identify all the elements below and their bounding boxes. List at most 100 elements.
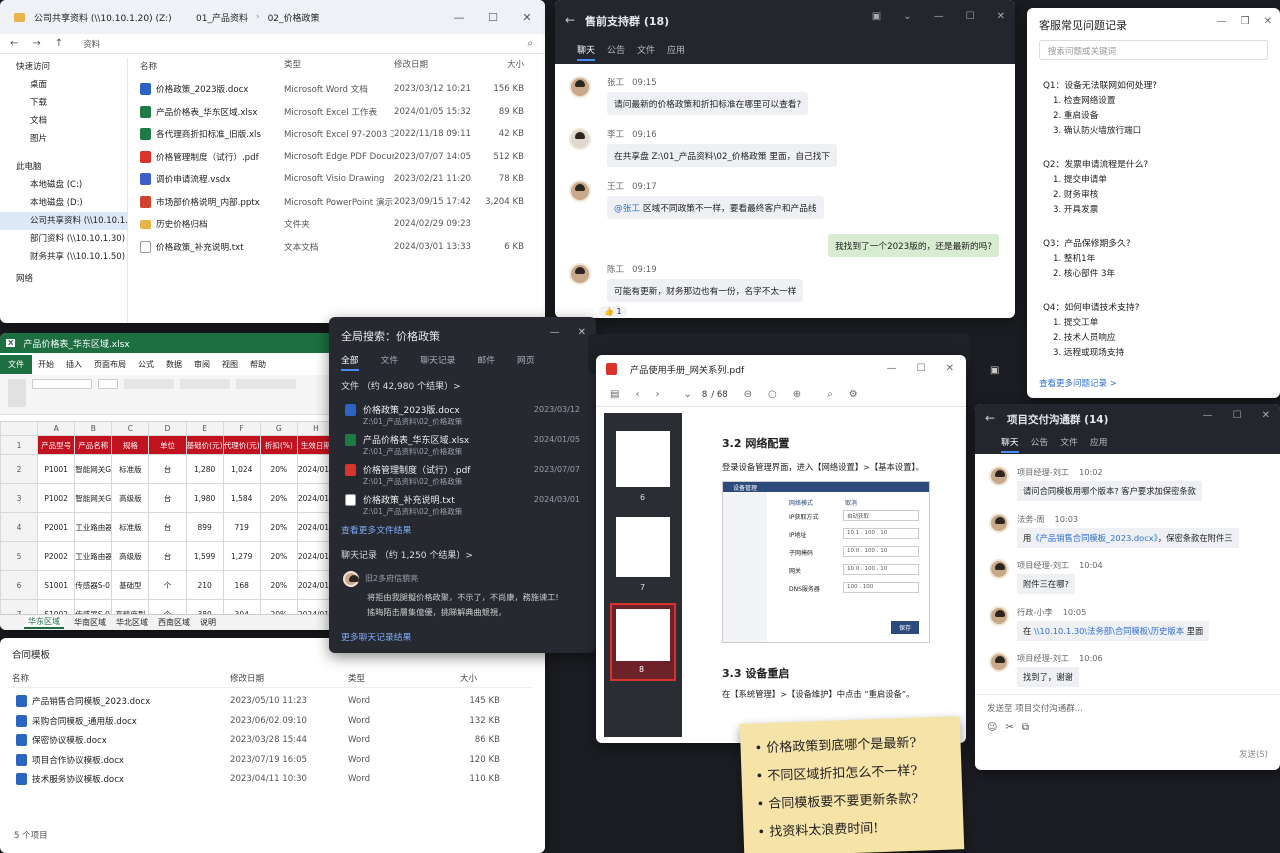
cell[interactable]: 210	[185, 570, 224, 600]
send-button[interactable]: 发送(S)	[1239, 748, 1268, 760]
search-result[interactable]: 价格管理制度（试行）.pdf Z:\01_产品资料\02_价格政策 2023/07/…	[345, 463, 580, 493]
column-size[interactable]: 大小	[484, 58, 524, 74]
spreadsheet-grid[interactable]: ABCDEFGH 1 产品型号 产品名称 规格 单位 基础价(元) 代理价(元) 折扣(%) 生…	[0, 421, 335, 629]
tab-files[interactable]: 文件	[637, 43, 655, 61]
cell[interactable]: 工业路由器R-300	[74, 541, 113, 571]
cell[interactable]: 个	[148, 570, 187, 600]
cell[interactable]: S1001	[37, 570, 76, 600]
back-icon[interactable]: ←	[10, 38, 18, 49]
next-page-icon[interactable]: ›	[655, 389, 659, 400]
row-number[interactable]: 6	[0, 570, 39, 600]
faq-more-link[interactable]: 查看更多问题记录 >	[1039, 377, 1117, 389]
column-letter[interactable]: G	[259, 421, 298, 436]
maximize-icon[interactable]: ☐	[966, 11, 975, 22]
minimize-icon[interactable]: —	[934, 11, 944, 22]
close-icon[interactable]: ✕	[521, 11, 533, 24]
file-row[interactable]: 价格政策_2023版.docx Microsoft Word 文档 2023/03/…	[140, 78, 537, 100]
cell[interactable]: 899	[185, 512, 224, 542]
number-group[interactable]	[180, 379, 230, 389]
sheet-tab[interactable]: 西南区域	[158, 617, 190, 628]
cell[interactable]: 标准版	[111, 512, 150, 542]
font-box[interactable]	[32, 379, 92, 389]
fit-icon[interactable]: ○	[768, 389, 777, 400]
nav-drive-y[interactable]: 部门资料 (\\10.10.1.30) (Y:)	[0, 230, 127, 248]
ribbon-tab[interactable]: 帮助	[244, 356, 272, 373]
nav-this-pc[interactable]: 此电脑	[0, 158, 127, 176]
cell[interactable]: P1002	[37, 483, 76, 513]
cell[interactable]: 高级版	[111, 541, 150, 571]
settings-icon[interactable]: ⚙	[849, 389, 858, 400]
mention-link[interactable]: @张工	[614, 204, 640, 214]
search-result[interactable]: 价格政策_2023版.docx Z:\01_产品资料\02_价格政策 2023/03…	[345, 403, 580, 433]
page-number-input[interactable]: 8	[702, 390, 707, 400]
minimize-icon[interactable]: —	[550, 327, 560, 338]
header-cell[interactable]: 产品名称	[74, 435, 113, 455]
nav-downloads[interactable]: 下载	[0, 94, 127, 112]
tab-apps[interactable]: 应用	[1090, 435, 1108, 453]
column-name[interactable]: 名称	[140, 58, 284, 74]
search-result[interactable]: 价格政策_补充说明.txt Z:\01_产品资料\02_价格政策 2024/03/0…	[345, 493, 580, 523]
header-cell[interactable]: 单位	[148, 435, 187, 455]
styles-group[interactable]	[236, 379, 296, 389]
column-date[interactable]: 修改日期	[394, 58, 484, 74]
column-name[interactable]: 名称	[12, 672, 230, 687]
header-cell[interactable]: 基础价(元)	[185, 435, 224, 455]
close-icon[interactable]: ✕	[946, 363, 954, 374]
nav-desktop[interactable]: 桌面	[0, 76, 127, 94]
cell[interactable]: 高级版	[111, 483, 150, 513]
nav-network[interactable]: 网络	[0, 270, 127, 288]
app-icon[interactable]: ▣	[990, 365, 999, 376]
tab-product-docs[interactable]: 01_产品资料	[196, 11, 248, 24]
file-row[interactable]: 采购合同模板_通用版.docx 2023/06/02 09:10 Word 132 K…	[16, 712, 533, 730]
cell[interactable]: P1001	[37, 454, 76, 484]
cell[interactable]: 1,280	[185, 454, 224, 484]
forward-icon[interactable]: →	[32, 38, 40, 49]
sheet-tab[interactable]: 华北区域	[116, 617, 148, 628]
search-tab[interactable]: 聊天记录	[420, 353, 455, 371]
sheet-tab[interactable]: 华东区域	[24, 616, 64, 629]
row-number[interactable]: 5	[0, 541, 39, 571]
page-thumbnail[interactable]	[616, 517, 670, 577]
file-row[interactable]: 价格政策_补充说明.txt 文本文档 2024/03/01 13:33 6 KB	[140, 236, 537, 258]
column-type[interactable]: 类型	[284, 58, 394, 74]
maximize-icon[interactable]: ☐	[1233, 410, 1242, 421]
search-tab[interactable]: 全部	[341, 353, 359, 371]
nav-drive-c[interactable]: 本地磁盘 (C:)	[0, 176, 127, 194]
cell[interactable]: 智能网关GW-200	[74, 483, 113, 513]
cell[interactable]: 传感器S-01	[74, 570, 113, 600]
reaction-badge[interactable]: 👍 1	[599, 306, 627, 317]
more-files-link[interactable]: 查看更多文件结果	[341, 523, 411, 536]
chevron-down-icon[interactable]: ⌄	[683, 389, 691, 400]
cell[interactable]: 台	[148, 483, 187, 513]
search-tab[interactable]: 网页	[517, 353, 535, 371]
header-cell[interactable]: 产品型号	[37, 435, 76, 455]
search-icon[interactable]: ⌕	[527, 38, 533, 49]
tab-chat[interactable]: 聊天	[1001, 435, 1019, 453]
tab-notice[interactable]: 公告	[607, 43, 625, 61]
header-cell[interactable]: 代理价(元)	[222, 435, 261, 455]
font-size-box[interactable]	[98, 379, 118, 389]
cell[interactable]: 20%	[259, 512, 298, 542]
chevron-down-icon[interactable]: ⌄	[903, 11, 911, 22]
row-number[interactable]: 1	[0, 435, 39, 455]
row-number[interactable]: 2	[0, 454, 39, 484]
search-icon[interactable]: ⌕	[827, 389, 833, 400]
nav-drive-z[interactable]: 公司共享资料 (\\10.10.1.20) (Z:)	[0, 212, 127, 230]
header-cell[interactable]: 规格	[111, 435, 150, 455]
nav-pictures[interactable]: 图片	[0, 130, 127, 148]
cell[interactable]: 1,980	[185, 483, 224, 513]
close-icon[interactable]: ✕	[1264, 16, 1272, 27]
tab-files[interactable]: 文件	[1060, 435, 1078, 453]
restore-icon[interactable]: ❐	[1241, 16, 1250, 27]
message-input[interactable]: 发送至 项目交付沟通群...	[987, 702, 1083, 714]
cell[interactable]: 台	[148, 541, 187, 571]
close-icon[interactable]: ✕	[1262, 410, 1270, 421]
cell[interactable]: 20%	[259, 541, 298, 571]
cell[interactable]: 智能网关GW-100	[74, 454, 113, 484]
column-date[interactable]: 修改日期	[230, 672, 348, 687]
nav-documents[interactable]: 文档	[0, 112, 127, 130]
minimize-icon[interactable]: —	[1203, 410, 1213, 421]
ribbon-tab[interactable]: 视图	[216, 356, 244, 373]
ribbon-tab[interactable]: 公式	[132, 356, 160, 373]
address-bar[interactable]: 资料	[83, 38, 100, 50]
